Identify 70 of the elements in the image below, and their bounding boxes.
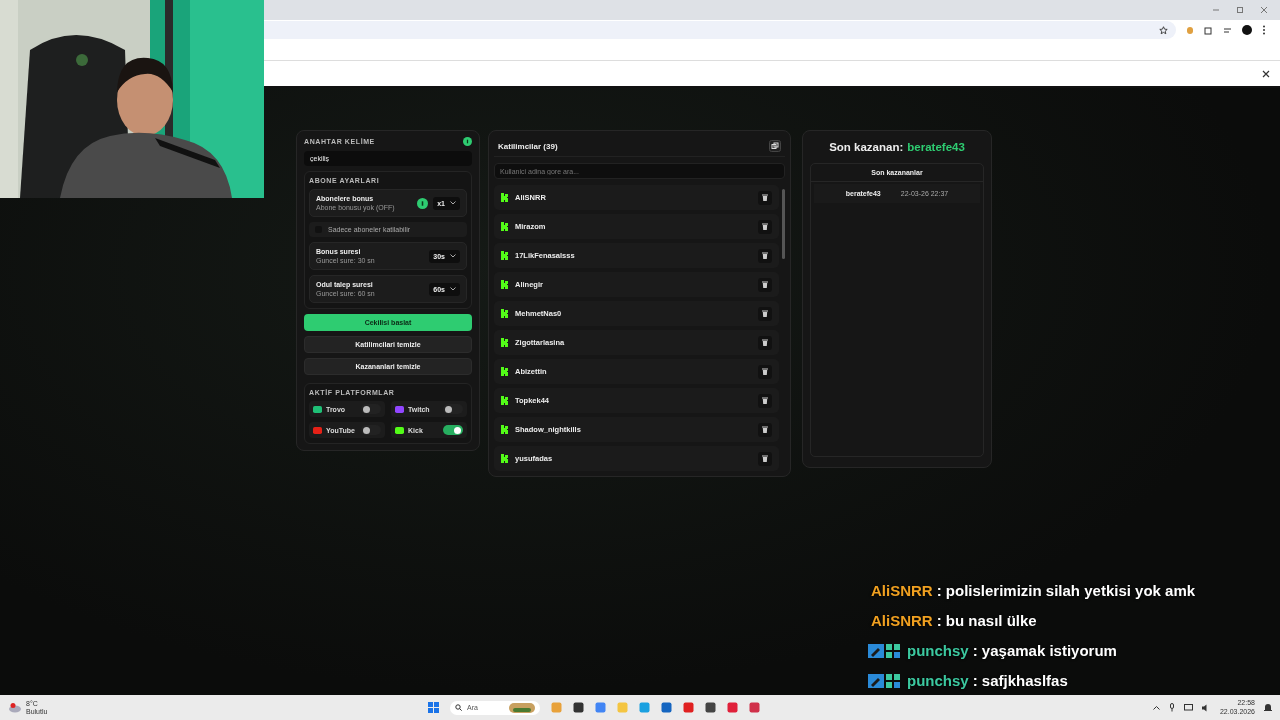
chat-username: punchsy [906,642,969,659]
participants-title: Katilimcilar (39) [498,141,558,151]
platform-icon [501,280,509,289]
delete-button[interactable] [758,393,772,408]
trash-icon [762,397,768,404]
weather-icon[interactable] [8,702,22,713]
bell-icon[interactable] [1264,703,1272,712]
platform-icon [501,425,509,434]
chat-message: : safjkhaslfas [972,672,1068,689]
avatar-icon[interactable] [1242,25,1252,35]
platform-icon [501,396,509,405]
info-icon[interactable] [463,137,472,146]
info-icon[interactable] [417,197,429,209]
platform-icon [395,404,404,414]
delete-button[interactable] [758,335,772,350]
chat-message: : bu nasıl ülke [936,612,1037,629]
winner-label: Son kazanan: [829,141,904,153]
trash-icon [762,339,768,346]
trash-icon [762,368,768,375]
close-icon[interactable] [1262,69,1270,78]
delete-button[interactable] [758,248,772,263]
app-icon[interactable] [573,702,584,713]
platform-icon [313,404,322,414]
chat-username: punchsy [906,672,969,689]
platform-icon [501,338,509,347]
platform-icon [501,367,509,376]
star-icon[interactable] [1159,25,1168,35]
chat-username: AliSNRR [870,612,933,629]
toggle-switch[interactable] [361,404,381,414]
platform-icon [501,222,509,231]
trash-icon [762,194,768,201]
delete-button[interactable] [758,306,772,321]
trash-icon [762,281,768,288]
chevron-icon [450,254,456,258]
delete-button[interactable] [758,364,772,379]
platform-icon [501,251,509,260]
winner-name: beratefe43 [907,141,965,153]
trash-icon [762,252,768,259]
chat-message: : polislerimizin silah yetkisi yok amk [936,582,1196,599]
chat-message: : yaşamak istiyorum [972,642,1117,659]
app-icon[interactable] [705,702,716,713]
menu-icon[interactable] [1262,25,1266,35]
app-icon[interactable] [661,702,672,713]
toggle-switch[interactable] [443,404,463,414]
delete-button[interactable] [758,190,772,205]
microphone-icon[interactable] [1168,703,1175,712]
maximize-icon[interactable] [1236,6,1244,14]
delete-button[interactable] [758,422,772,437]
monitor-icon[interactable] [1183,703,1193,712]
chevron-icon[interactable] [1152,705,1160,710]
trash-icon [762,455,768,462]
chevron-icon [450,201,456,205]
search-icon [455,704,462,711]
delete-button[interactable] [758,277,772,292]
platform-icon [313,425,322,435]
trash-icon [762,310,768,317]
windows-icon[interactable] [428,702,439,713]
platform-icon [395,425,404,435]
delete-button[interactable] [758,219,772,234]
chevron-icon [450,287,456,291]
platform-icon [501,193,509,202]
platform-icon [501,309,509,318]
delete-button[interactable] [758,451,772,466]
platform-icon [501,454,509,463]
toggle-switch[interactable] [361,425,381,435]
toggle-switch[interactable] [443,425,463,435]
copy-icon[interactable] [769,140,781,152]
trash-icon [762,223,768,230]
trash-icon [762,426,768,433]
chat-username: AliSNRR [870,582,933,599]
